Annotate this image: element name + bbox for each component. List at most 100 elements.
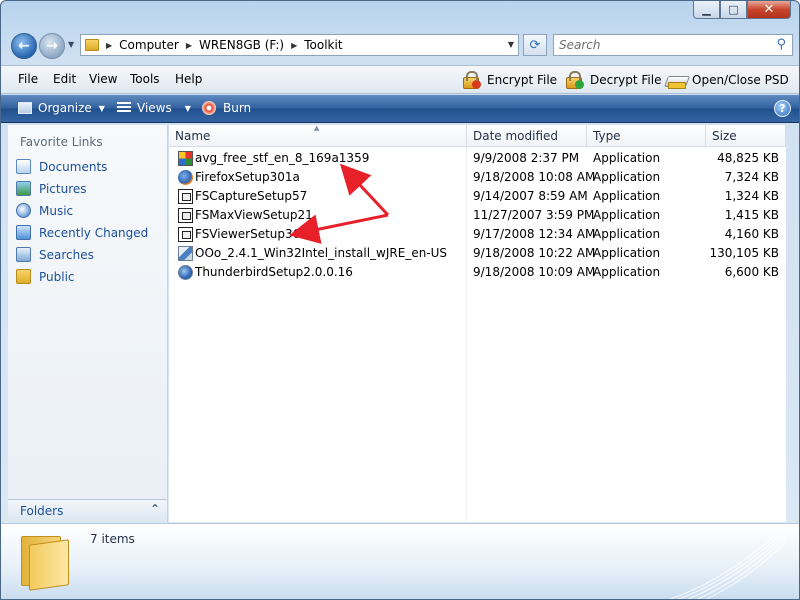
- minimize-button[interactable]: ▁: [693, 1, 720, 19]
- menu-edit[interactable]: Edit: [53, 72, 76, 86]
- column-divider[interactable]: [705, 125, 706, 147]
- file-row[interactable]: ThunderbirdSetup2.0.0.16 9/18/2008 10:09…: [169, 263, 786, 282]
- music-icon: [16, 203, 31, 218]
- decrypt-lock-icon: [564, 71, 584, 89]
- address-dropdown-icon[interactable]: ▼: [508, 40, 514, 49]
- breadcrumb-separator-icon[interactable]: ▶: [186, 41, 192, 50]
- firefox-icon: [178, 170, 193, 185]
- nav-item-label: Public: [39, 269, 75, 284]
- nav-item-searches[interactable]: Searches: [16, 247, 94, 262]
- file-size: 7,324 KB: [724, 170, 779, 184]
- nav-item-label: Recently Changed: [39, 225, 149, 240]
- refresh-icon: ⟳: [529, 37, 541, 53]
- organize-dropdown-icon: ▼: [98, 103, 105, 113]
- file-name: OOo_2.4.1_Win32Intel_install_wJRE_en-US: [195, 246, 448, 260]
- chevron-up-icon[interactable]: ⌃: [150, 502, 160, 516]
- breadcrumb-drive[interactable]: WREN8GB (F:): [199, 38, 284, 52]
- file-name: avg_free_stf_en_8_169a1359: [195, 151, 370, 165]
- column-divider[interactable]: [785, 125, 786, 147]
- open-close-psd-button[interactable]: Open/Close PSD: [666, 69, 789, 91]
- burn-button[interactable]: Burn: [202, 101, 251, 115]
- burn-label: Burn: [223, 101, 252, 115]
- maximize-button[interactable]: □: [720, 1, 747, 19]
- file-row[interactable]: avg_free_stf_en_8_169a1359 9/9/2008 2:37…: [169, 149, 786, 168]
- encrypt-file-button[interactable]: Encrypt File: [461, 69, 557, 91]
- file-size: 6,600 KB: [724, 265, 779, 279]
- menu-bar: File Edit View Tools Help Encrypt File D…: [1, 65, 799, 94]
- breadcrumb-separator-icon[interactable]: ▶: [106, 41, 112, 50]
- address-row: ← → ▼ ▶ Computer ▶ WREN8GB (F:) ▶ Toolki…: [1, 29, 799, 63]
- sort-ascending-icon: ▲: [314, 124, 320, 132]
- forward-arrow-icon: →: [46, 38, 58, 54]
- folder-icon: [85, 39, 99, 51]
- file-row[interactable]: FSCaptureSetup57 9/14/2007 8:59 AM Appli…: [169, 187, 786, 206]
- column-header-date-modified[interactable]: Date modified: [473, 129, 558, 143]
- views-icon: [117, 102, 131, 114]
- breadcrumb-computer[interactable]: Computer: [119, 38, 179, 52]
- back-button[interactable]: ←: [11, 33, 37, 59]
- search-box: ⚲: [553, 34, 793, 56]
- breadcrumb-separator-icon[interactable]: ▶: [291, 41, 297, 50]
- file-type: Application: [593, 189, 661, 203]
- column-header-size[interactable]: Size: [712, 129, 737, 143]
- file-row[interactable]: OOo_2.4.1_Win32Intel_install_wJRE_en-US …: [169, 244, 786, 263]
- menu-tools[interactable]: Tools: [130, 72, 160, 86]
- public-folder-icon: [16, 269, 31, 284]
- folders-label: Folders: [20, 504, 64, 518]
- nav-item-pictures[interactable]: Pictures: [16, 181, 87, 196]
- search-icon[interactable]: ⚲: [776, 37, 786, 52]
- views-dropdown-icon: ▼: [184, 103, 191, 113]
- item-count: 7 items: [90, 532, 135, 546]
- file-type: Application: [593, 246, 661, 260]
- column-header-name[interactable]: Name: [175, 129, 210, 143]
- column-header-type[interactable]: Type: [593, 129, 621, 143]
- menu-view[interactable]: View: [89, 72, 117, 86]
- refresh-button[interactable]: ⟳: [523, 34, 547, 56]
- file-date: 9/14/2007 8:59 AM: [473, 189, 588, 203]
- nav-item-music[interactable]: Music: [16, 203, 73, 218]
- menu-file[interactable]: File: [18, 72, 38, 86]
- close-icon: ✕: [763, 2, 775, 17]
- nav-item-recently-changed[interactable]: Recently Changed: [16, 225, 148, 240]
- nav-item-documents[interactable]: Documents: [16, 159, 107, 174]
- forward-button[interactable]: →: [39, 33, 65, 59]
- column-divider[interactable]: [466, 125, 467, 147]
- file-size: 1,324 KB: [724, 189, 779, 203]
- file-name: FSMaxViewSetup21: [195, 208, 313, 222]
- file-name: FSCaptureSetup57: [195, 189, 308, 203]
- decrypt-file-button[interactable]: Decrypt File: [564, 69, 661, 91]
- breadcrumb-toolkit[interactable]: Toolkit: [304, 38, 342, 52]
- file-date: 9/18/2008 10:09 AM: [473, 265, 596, 279]
- address-bar[interactable]: ▶ Computer ▶ WREN8GB (F:) ▶ Toolkit ▼: [80, 34, 519, 56]
- open-close-psd-label: Open/Close PSD: [692, 73, 789, 87]
- views-label: Views: [137, 101, 172, 115]
- file-row[interactable]: FSMaxViewSetup21 11/27/2007 3:59 PM Appl…: [169, 206, 786, 225]
- avg-app-icon: [178, 151, 193, 166]
- psd-disk-icon: [666, 71, 686, 89]
- recent-pages-dropdown-icon[interactable]: ▼: [68, 40, 74, 49]
- file-row[interactable]: FSViewerSetup36 9/17/2008 12:34 AM Appli…: [169, 225, 786, 244]
- views-button[interactable]: Views ▼: [117, 101, 191, 115]
- file-type: Application: [593, 170, 661, 184]
- help-button[interactable]: ?: [774, 100, 791, 117]
- file-size: 1,415 KB: [724, 208, 779, 222]
- file-name: FirefoxSetup301a: [195, 170, 300, 184]
- menu-help[interactable]: Help: [175, 72, 202, 86]
- decorative-swoosh: [668, 531, 788, 599]
- folders-bar[interactable]: Folders ⌃: [8, 499, 168, 522]
- column-divider[interactable]: [586, 125, 587, 147]
- file-date: 9/18/2008 10:08 AM: [473, 170, 596, 184]
- close-button[interactable]: ✕: [747, 1, 791, 19]
- file-name: FSViewerSetup36: [195, 227, 301, 241]
- fs-app-icon: [178, 208, 193, 223]
- navigation-pane: Favorite Links Documents Pictures Music …: [8, 125, 168, 522]
- openoffice-icon: [178, 246, 193, 261]
- pictures-icon: [16, 181, 31, 196]
- file-row[interactable]: FirefoxSetup301a 9/18/2008 10:08 AM Appl…: [169, 168, 786, 187]
- organize-button[interactable]: Organize ▼: [18, 101, 105, 115]
- caption-buttons: ▁ □ ✕: [693, 1, 791, 19]
- file-type: Application: [593, 227, 661, 241]
- search-input[interactable]: [559, 38, 769, 52]
- nav-item-public[interactable]: Public: [16, 269, 75, 284]
- file-list: ▲ Name Date modified Type Size avg_free_…: [169, 124, 786, 522]
